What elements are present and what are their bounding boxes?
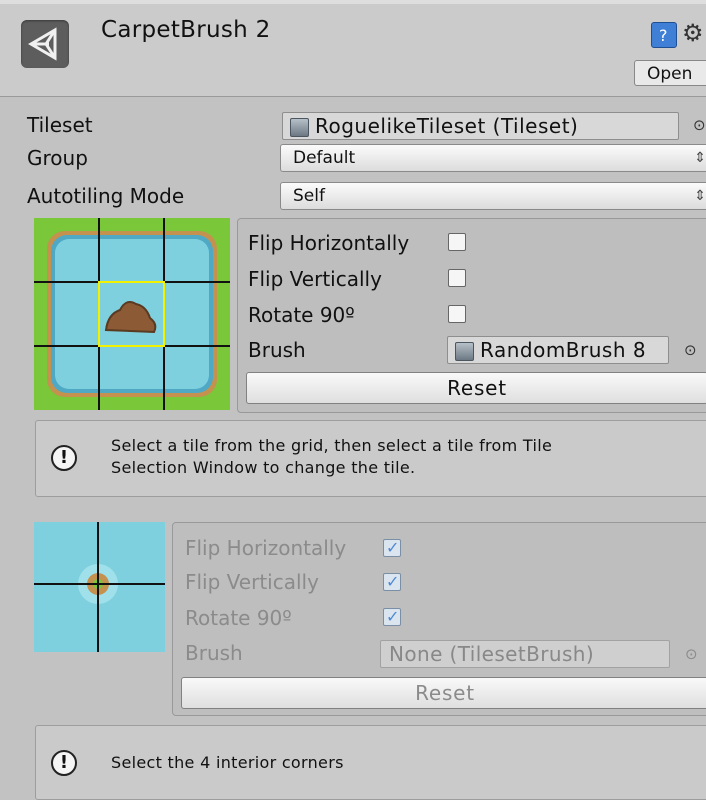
help-box-interior-corners: ! Select the 4 interior corners: [35, 725, 706, 800]
unity-logo-icon: [21, 20, 69, 68]
group-dropdown[interactable]: Default ⇕: [280, 144, 706, 172]
tileset-field[interactable]: RoguelikeTileset (Tileset): [282, 112, 679, 140]
tile-settings-panel: Flip Horizontally Flip Vertically Rotate…: [237, 218, 706, 413]
tileset-label: Tileset: [27, 113, 93, 137]
flip-vertically-checkbox[interactable]: ✓: [383, 573, 401, 591]
asset-title: CarpetBrush 2: [101, 17, 271, 43]
info-icon: !: [51, 750, 77, 776]
flip-horizontally-checkbox[interactable]: ✓: [383, 539, 401, 557]
corner-settings-panel: Flip Horizontally ✓ Flip Vertically ✓ Ro…: [172, 522, 706, 716]
check-icon: ✓: [386, 607, 400, 626]
rotate-90-checkbox[interactable]: [448, 305, 466, 323]
help-box-select-tile: ! Select a tile from the grid, then sele…: [35, 420, 706, 497]
rotate-90-label: Rotate 90º: [248, 303, 355, 327]
tile-grid-preview[interactable]: [34, 218, 230, 410]
corner-tile-preview[interactable]: [34, 522, 165, 652]
brush-asset-icon: [455, 342, 474, 361]
tileset-picker-icon[interactable]: ⊙: [693, 116, 706, 134]
brush-picker-icon[interactable]: ⊙: [685, 645, 698, 663]
svg-text:?: ?: [659, 26, 668, 45]
flip-vertically-checkbox[interactable]: [448, 269, 466, 287]
open-button[interactable]: Open: [634, 60, 706, 86]
autotiling-dropdown[interactable]: Self ⇕: [280, 182, 706, 210]
reset-button[interactable]: Reset: [246, 372, 706, 404]
brush-value: RandomBrush 8: [480, 338, 647, 362]
brush-picker-icon[interactable]: ⊙: [684, 341, 697, 359]
header-strip: [0, 0, 706, 4]
chevron-updown-icon: ⇕: [694, 188, 706, 204]
reset-button[interactable]: Reset: [181, 677, 706, 709]
autotiling-value: Self: [293, 186, 325, 206]
flip-vertically-label: Flip Vertically: [248, 267, 382, 291]
chevron-updown-icon: ⇕: [694, 150, 706, 166]
tileset-value: RoguelikeTileset (Tileset): [315, 114, 579, 138]
brush-label: Brush: [185, 641, 243, 665]
help-text-line-1: Select the 4 interior corners: [111, 753, 344, 772]
autotiling-label: Autotiling Mode: [27, 184, 185, 208]
flip-vertically-label: Flip Vertically: [185, 570, 319, 594]
brush-field[interactable]: RandomBrush 8: [447, 336, 669, 364]
group-label: Group: [27, 146, 88, 170]
info-icon: !: [51, 445, 77, 471]
flip-horizontally-label: Flip Horizontally: [248, 231, 410, 255]
inspector-header: CarpetBrush 2 ? ⚙ Open: [0, 0, 706, 97]
flip-horizontally-checkbox[interactable]: [448, 233, 466, 251]
help-text-line-1: Select a tile from the grid, then select…: [111, 436, 553, 455]
tileset-asset-icon: [290, 118, 309, 137]
group-value: Default: [293, 148, 356, 168]
brush-label: Brush: [248, 338, 306, 362]
rotate-90-label: Rotate 90º: [185, 606, 292, 630]
check-icon: ✓: [386, 538, 400, 557]
flip-horizontally-label: Flip Horizontally: [185, 536, 347, 560]
check-icon: ✓: [386, 572, 400, 591]
brush-field[interactable]: None (TilesetBrush): [380, 640, 670, 668]
help-icon[interactable]: ?: [651, 22, 677, 48]
gear-icon[interactable]: ⚙: [682, 19, 704, 47]
help-text-line-2: Selection Window to change the tile.: [111, 458, 416, 477]
rotate-90-checkbox[interactable]: ✓: [383, 608, 401, 626]
